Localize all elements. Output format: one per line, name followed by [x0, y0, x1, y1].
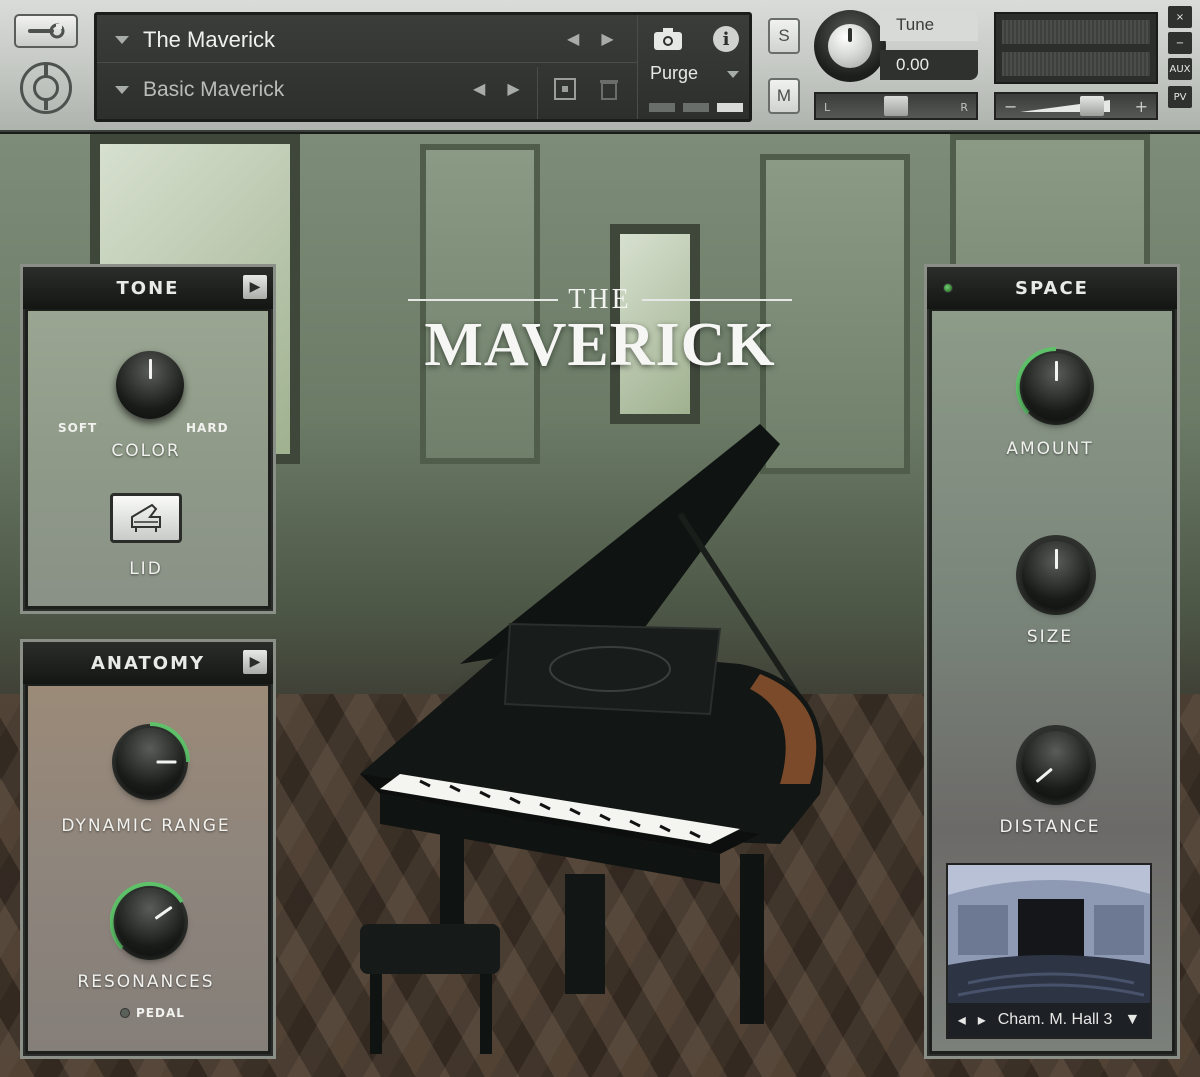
mute-button[interactable]: M	[768, 78, 800, 114]
instrument-info-box: The Maverick ◀ ▶ Basic Maverick ◀ ▶ i Pu…	[94, 12, 752, 122]
next-instrument-icon[interactable]: ▶	[601, 29, 613, 48]
volume-slider-thumb[interactable]	[1080, 96, 1104, 116]
amount-label: AMOUNT	[1006, 439, 1094, 459]
info-icon[interactable]: i	[713, 26, 739, 52]
dynamic-range-label: DYNAMIC RANGE	[61, 816, 231, 836]
instrument-background: THE MAVERICK TONE ▶ SOFT HARD COLOR LID	[0, 134, 1200, 1077]
anatomy-panel-header: ANATOMY ▶	[23, 642, 273, 684]
divider	[537, 67, 538, 119]
space-title: SPACE	[1015, 277, 1089, 299]
anatomy-expand-arrow-icon[interactable]: ▶	[243, 650, 267, 674]
pv-button[interactable]: PV	[1168, 86, 1192, 108]
window-side-buttons: × − AUX PV	[1168, 6, 1192, 112]
tune-value[interactable]: 0.00	[880, 50, 978, 80]
space-panel: SPACE AMOUNT SIZE DISTANCE ◂ ▸ Cham. M. …	[924, 264, 1180, 1059]
memory-meter-segment	[649, 103, 675, 112]
level-meter-left	[1002, 20, 1150, 44]
room-name[interactable]: Cham. M. Hall 3	[998, 1011, 1113, 1029]
resonances-label: RESONANCES	[77, 972, 215, 992]
output-level-meter	[994, 12, 1158, 84]
size-knob[interactable]	[1016, 535, 1096, 615]
space-panel-body: AMOUNT SIZE DISTANCE ◂ ▸ Cham. M. Hall 3…	[932, 311, 1172, 1051]
space-panel-header: SPACE	[927, 267, 1177, 309]
size-label: SIZE	[1026, 627, 1074, 647]
preset-row: Basic Maverick ◀ ▶	[97, 67, 537, 113]
minimize-button[interactable]: −	[1168, 32, 1192, 54]
room-dropdown-icon[interactable]: ▼	[1124, 1011, 1140, 1029]
prev-instrument-icon[interactable]: ◀	[567, 29, 579, 48]
delete-icon[interactable]	[597, 77, 621, 101]
tone-title: TONE	[116, 277, 180, 299]
prev-room-icon[interactable]: ◂	[958, 1010, 966, 1030]
pan-slider[interactable]: L R	[814, 92, 978, 120]
pan-slider-thumb[interactable]	[884, 96, 908, 116]
aux-button[interactable]: AUX	[1168, 58, 1192, 80]
level-meter-right	[1002, 52, 1150, 76]
lid-button[interactable]	[110, 493, 182, 543]
tone-panel-body: SOFT HARD COLOR LID	[28, 311, 268, 606]
volume-slider[interactable]: − +	[994, 92, 1158, 120]
distance-label: DISTANCE	[999, 817, 1101, 837]
save-icon[interactable]	[553, 77, 577, 101]
grand-piano-illustration	[360, 424, 824, 1054]
memory-meter-segment	[683, 103, 709, 112]
solo-button[interactable]: S	[768, 18, 800, 54]
concert-hall-picture	[948, 865, 1150, 1007]
anatomy-title: ANATOMY	[90, 652, 206, 674]
purge-dropdown-icon[interactable]	[727, 71, 739, 78]
divider	[637, 15, 638, 119]
room-selector: ◂ ▸ Cham. M. Hall 3 ▼	[948, 1003, 1150, 1037]
pedal-label: PEDAL	[136, 1006, 185, 1020]
tune-knob[interactable]	[814, 10, 886, 82]
pan-right-label: R	[960, 101, 968, 114]
room-preview-image[interactable]: ◂ ▸ Cham. M. Hall 3 ▼	[946, 863, 1152, 1039]
instrument-nav-arrows: ◀ ▶	[567, 29, 614, 48]
anatomy-panel: ANATOMY ▶ DYNAMIC RANGE RESONANCES PEDAL	[20, 639, 276, 1059]
color-hard-label: HARD	[186, 421, 229, 435]
dynamic-range-knob[interactable]	[110, 722, 190, 802]
wrench-icon	[28, 23, 65, 39]
amount-knob[interactable]	[1016, 347, 1096, 427]
camera-icon[interactable]	[653, 27, 683, 51]
tone-panel-header: TONE ▶	[23, 267, 273, 309]
preset-dropdown-icon[interactable]	[115, 86, 129, 94]
space-power-led[interactable]	[943, 283, 953, 293]
instrument-header: The Maverick ◀ ▶ Basic Maverick ◀ ▶ i Pu…	[0, 0, 1200, 132]
next-preset-icon[interactable]: ▶	[507, 79, 519, 98]
piano-lid-icon	[131, 503, 161, 532]
tune-label: Tune	[880, 11, 978, 41]
tone-expand-arrow-icon[interactable]: ▶	[243, 275, 267, 299]
kontakt-logo-icon[interactable]	[20, 62, 72, 114]
memory-meter-segment	[717, 103, 743, 112]
wrench-settings-button[interactable]	[14, 14, 78, 48]
preset-name[interactable]: Basic Maverick	[143, 78, 284, 102]
prev-preset-icon[interactable]: ◀	[473, 79, 485, 98]
tone-panel: TONE ▶ SOFT HARD COLOR LID	[20, 264, 276, 614]
color-knob[interactable]	[110, 345, 190, 425]
pan-left-label: L	[824, 101, 831, 114]
color-label: COLOR	[111, 441, 181, 461]
resonances-knob[interactable]	[110, 882, 190, 962]
title-maverick: MAVERICK	[424, 311, 776, 379]
close-button[interactable]: ×	[1168, 6, 1192, 28]
distance-knob[interactable]	[1016, 725, 1096, 805]
purge-menu[interactable]: Purge	[650, 63, 698, 84]
instrument-name[interactable]: The Maverick	[143, 27, 275, 53]
instrument-dropdown-icon[interactable]	[115, 35, 129, 44]
preset-nav-arrows: ◀ ▶	[473, 79, 520, 98]
anatomy-panel-body: DYNAMIC RANGE RESONANCES PEDAL	[28, 686, 268, 1051]
volume-plus: +	[1134, 97, 1148, 116]
next-room-icon[interactable]: ▸	[978, 1010, 986, 1030]
pedal-led[interactable]	[120, 1008, 130, 1018]
lid-label: LID	[129, 559, 163, 579]
volume-minus: −	[1004, 97, 1018, 116]
instrument-row: The Maverick ◀ ▶	[97, 17, 637, 63]
color-soft-label: SOFT	[58, 421, 98, 435]
